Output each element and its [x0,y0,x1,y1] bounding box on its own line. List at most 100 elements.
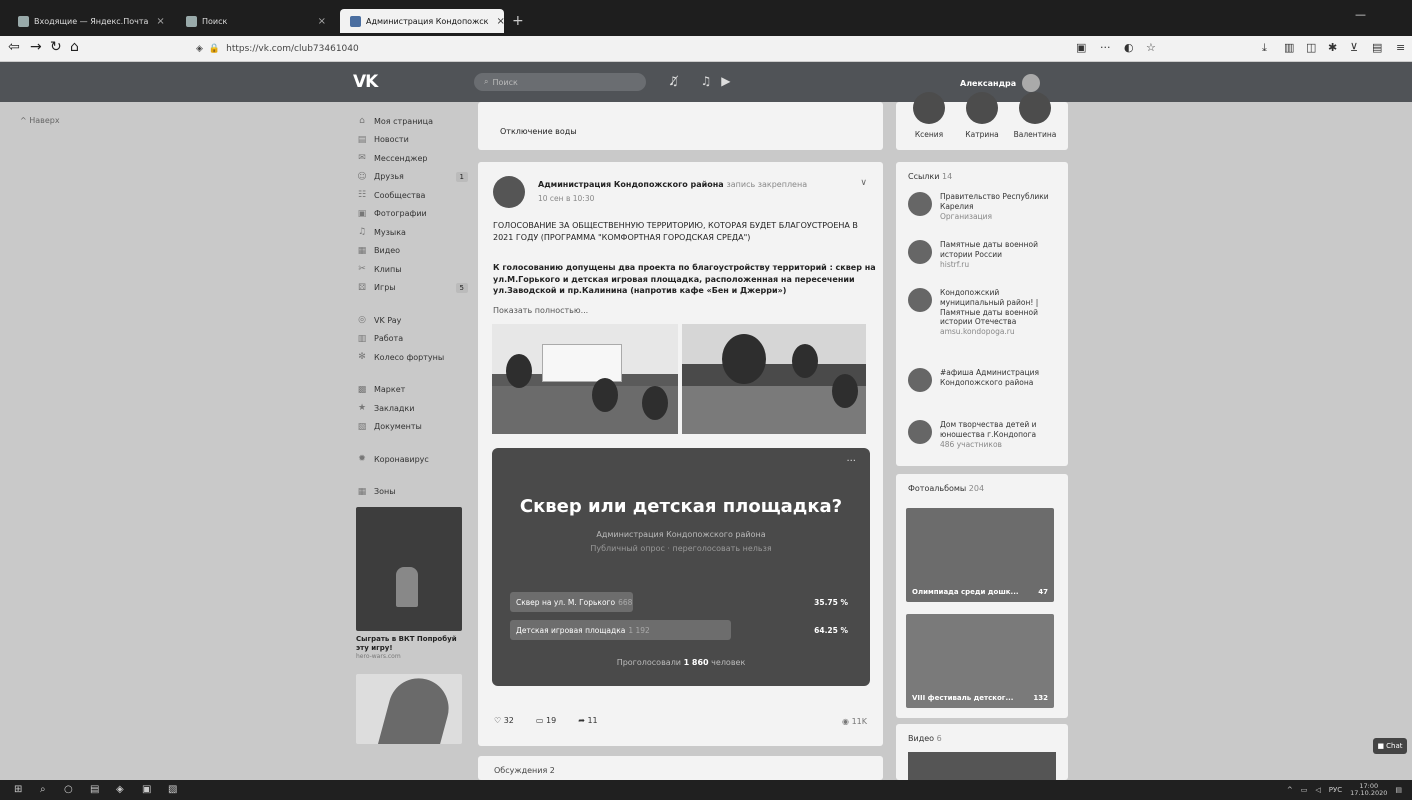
app-icon[interactable]: ▣ [142,784,151,795]
post-photo-1[interactable] [492,324,678,434]
promo-url[interactable]: hero-wars.com [356,653,468,660]
post-photo-2[interactable] [682,324,866,434]
poll-voters[interactable]: Проголосовали 1 860 человек [492,658,870,667]
card-title[interactable]: Отключение воды [500,127,577,136]
clock[interactable]: 17:00 17.10.2020 [1350,782,1387,797]
chevron-down-icon[interactable]: ∨ [860,178,867,188]
sidebar-item[interactable]: ▦ Видео [356,242,468,261]
play-icon[interactable]: ▶ [721,74,730,88]
pocket-icon[interactable]: ◐ [1124,41,1134,54]
sidebar-item[interactable]: ✉ Мессенджер [356,149,468,168]
sidebar-item-label: VK Pay [374,315,402,325]
links-header[interactable]: Ссылки 14 [908,172,952,181]
albums-header[interactable]: Фотоальбомы 204 [908,484,984,493]
friend-item[interactable]: Катрина [957,92,1007,139]
post-author[interactable]: Администрация Кондопожского района запис… [538,180,807,189]
sidebar-item[interactable]: ☺ Друзья 1 [356,168,468,187]
address-bar[interactable]: ◈ 🔒 https://vk.com/club73461040 [196,40,1076,58]
sidebar-item[interactable]: ✂ Клипы [356,260,468,279]
home-icon[interactable]: ⌂ [70,39,79,55]
promo-title[interactable]: Сыграть в ВКТ Попробуй эту игру! [356,635,468,653]
library-icon[interactable]: ▥ [1284,41,1294,54]
show-more-link[interactable]: Показать полностью... [493,306,588,315]
extension-icon[interactable]: ✱ [1328,41,1337,54]
sidebar-item[interactable]: ⚄ Игры 5 [356,279,468,298]
group-avatar[interactable] [493,176,525,208]
extension-2-icon[interactable]: ▤ [1372,41,1382,54]
reload-icon[interactable]: ↻ [50,39,62,55]
browser-tab-vk[interactable]: Администрация Кондопожск × [340,9,504,33]
notifications-icon[interactable]: ▤ [1395,786,1402,794]
poll-option[interactable]: Сквер на ул. М. Горького 668 35.75 % [510,592,854,612]
discussions-card[interactable]: Обсуждения 2 [478,756,883,780]
news-icon: ▤ [357,134,367,145]
friend-item[interactable]: Валентина [1010,92,1060,139]
sidebar-item[interactable]: ✹ Коронавирус [356,450,468,469]
sidebar-item[interactable]: ▩ Маркет [356,381,468,400]
app-2-icon[interactable]: ▧ [168,784,177,795]
sidebar-item[interactable]: ▤ Новости [356,131,468,150]
browser-tab-search[interactable]: Поиск × [176,9,336,33]
left-sidebar: ⌂ Моя страница ▤ Новости ✉ Мессенджер ☺ Друзья 1… [356,112,468,744]
volume-icon[interactable]: ◁ [1315,786,1320,794]
sidebar-item[interactable]: ♫ Музыка [356,223,468,242]
search-icon[interactable]: ⌕ [40,784,46,795]
cart-icon[interactable]: ⊻ [1350,41,1358,54]
download-icon[interactable]: ⤓ [1262,41,1267,55]
like-button[interactable]: ♡ 32 [494,716,514,725]
back-arrow-icon[interactable]: ⇦ [8,39,20,55]
album-item[interactable]: Олимпиада среди дошк... 47 [906,508,1054,602]
sidebar-item[interactable]: ⌂ Моя страница [356,112,468,131]
file-explorer-icon[interactable]: ▤ [90,784,99,795]
sidebar-item-label: Фотографии [374,209,427,219]
browser-tab-mail[interactable]: Входящие — Яндекс.Почта × [8,9,170,33]
sidebar-item[interactable]: ★ Закладки [356,399,468,418]
video-header[interactable]: Видео 6 [908,734,942,743]
sidebar-item[interactable]: ▧ Документы [356,418,468,437]
reader-icon[interactable]: ▣ [1076,41,1086,54]
sidebar-item[interactable]: ▥ Работа [356,330,468,349]
bookmark-star-icon[interactable]: ☆ [1146,41,1156,54]
new-tab-button[interactable]: + [512,13,524,29]
windows-start-icon[interactable]: ⊞ [14,784,22,795]
share-button[interactable]: ➦ 11 [578,716,597,725]
comment-button[interactable]: ▭ 19 [536,716,556,725]
sidebar-icon[interactable]: ◫ [1306,41,1316,54]
sidebar-item[interactable]: ◎ VK Pay [356,311,468,330]
vk-search-input[interactable]: ⌕ Поиск [474,73,646,91]
vk-logo[interactable]: VK [353,72,378,92]
chat-button[interactable]: ■ Chat [1373,738,1407,754]
poll-option[interactable]: Детская игровая площадка 1 192 64.25 % [510,620,854,640]
network-icon[interactable]: ▭ [1301,786,1308,794]
promo-game-image[interactable] [356,507,462,631]
post-body: К голосованию допущены два проекта по бл… [493,263,876,296]
language-indicator[interactable]: РУС [1329,786,1342,794]
friend-item[interactable]: Ксения [904,92,954,139]
bell-icon[interactable]: ♫̸ [668,74,679,88]
sidebar-item[interactable]: ▦ Зоны [356,483,468,502]
sidebar-item[interactable]: ☷ Сообщества [356,186,468,205]
video-thumbnail[interactable] [908,752,1056,782]
minimize-window-button[interactable]: — [1355,8,1366,21]
sidebar-item[interactable]: ▣ Фотографии [356,205,468,224]
user-menu[interactable]: Александра [960,74,1041,92]
more-dots-icon[interactable]: ··· [846,456,856,467]
avatar [1022,74,1041,92]
close-tab-icon[interactable]: × [310,16,326,27]
chevron-up-icon[interactable]: ^ [1287,786,1293,794]
menu-icon[interactable]: ≡ [1396,41,1405,54]
poll: ··· Сквер или детская площадка? Админист… [492,448,870,686]
scroll-to-top-link[interactable]: ^ Наверх [20,116,60,125]
browser-icon[interactable]: ◈ [116,784,124,795]
promo-image[interactable] [356,673,462,744]
post-date[interactable]: 10 сен в 10:30 [538,194,594,203]
task-view-icon[interactable]: ○ [64,784,73,795]
close-tab-icon[interactable]: × [148,16,164,27]
music-icon[interactable]: ♫ [701,74,712,88]
docs-icon: ▧ [357,421,367,432]
album-item[interactable]: VIII фестиваль детског... 132 [906,614,1054,708]
more-actions-icon[interactable]: ··· [1100,41,1111,54]
close-tab-icon[interactable]: × [489,16,505,27]
sidebar-item[interactable]: ✻ Колесо фортуны [356,348,468,367]
forward-arrow-icon[interactable]: → [30,39,42,55]
